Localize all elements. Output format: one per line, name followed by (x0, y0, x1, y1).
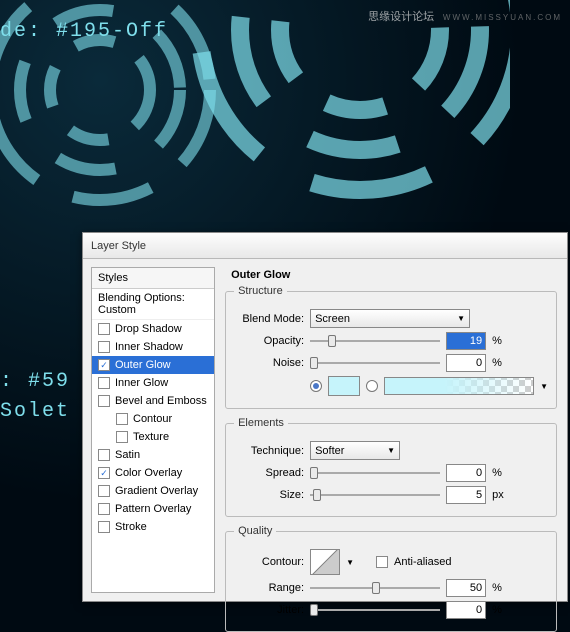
range-input[interactable]: 50 (446, 579, 486, 597)
style-checkbox[interactable] (98, 485, 110, 497)
anti-aliased-label: Anti-aliased (394, 556, 451, 568)
style-checkbox[interactable] (116, 431, 128, 443)
gradient-radio[interactable] (366, 380, 378, 392)
style-item-gradient-overlay[interactable]: Gradient Overlay (92, 482, 214, 500)
noise-label: Noise: (234, 357, 304, 369)
style-item-contour[interactable]: Contour (92, 410, 214, 428)
chevron-down-icon: ▼ (457, 314, 465, 323)
elements-group: Elements Technique: Softer ▼ Spread: 0 %… (225, 417, 557, 517)
style-item-color-overlay[interactable]: Color Overlay (92, 464, 214, 482)
style-item-stroke[interactable]: Stroke (92, 518, 214, 536)
elements-legend: Elements (234, 417, 288, 429)
anti-aliased-checkbox[interactable] (376, 556, 388, 568)
watermark-cn: 思缘设计论坛 (368, 11, 434, 23)
jitter-slider[interactable] (310, 603, 440, 617)
watermark: 思缘设计论坛 WWW.MISSYUAN.COM (368, 8, 562, 24)
style-item-bevel-and-emboss[interactable]: Bevel and Emboss (92, 392, 214, 410)
style-checkbox[interactable] (98, 341, 110, 353)
style-item-label: Bevel and Emboss (115, 395, 207, 407)
panel-title: Outer Glow (231, 269, 557, 281)
style-item-label: Satin (115, 449, 140, 461)
style-item-label: Color Overlay (115, 467, 182, 479)
opacity-label: Opacity: (234, 335, 304, 347)
style-checkbox[interactable] (98, 449, 110, 461)
settings-panel: Outer Glow Structure Blend Mode: Screen … (223, 259, 567, 601)
size-input[interactable]: 5 (446, 486, 486, 504)
style-item-drop-shadow[interactable]: Drop Shadow (92, 320, 214, 338)
technique-select[interactable]: Softer ▼ (310, 441, 400, 460)
spread-slider[interactable] (310, 466, 440, 480)
opacity-slider[interactable] (310, 334, 440, 348)
noise-unit: % (492, 357, 506, 369)
contour-label: Contour: (234, 556, 304, 568)
color-radio[interactable] (310, 380, 322, 392)
style-checkbox[interactable] (116, 413, 128, 425)
style-checkbox[interactable] (98, 323, 110, 335)
structure-group: Structure Blend Mode: Screen ▼ Opacity: … (225, 285, 557, 409)
style-item-label: Inner Shadow (115, 341, 183, 353)
style-checkbox[interactable] (98, 377, 110, 389)
blend-mode-value: Screen (315, 313, 350, 325)
style-checkbox[interactable] (98, 395, 110, 407)
jitter-label: Jitter: (234, 604, 304, 616)
gradient-picker[interactable] (384, 377, 534, 395)
styles-list: Styles Blending Options: Custom Drop Sha… (91, 267, 215, 593)
style-item-label: Drop Shadow (115, 323, 182, 335)
size-slider[interactable] (310, 488, 440, 502)
style-item-label: Texture (133, 431, 169, 443)
layer-style-dialog: Layer Style Styles Blending Options: Cus… (82, 232, 568, 602)
blending-options-row[interactable]: Blending Options: Custom (92, 289, 214, 320)
range-slider[interactable] (310, 581, 440, 595)
style-checkbox[interactable] (98, 521, 110, 533)
style-item-satin[interactable]: Satin (92, 446, 214, 464)
style-item-label: Pattern Overlay (115, 503, 191, 515)
style-checkbox[interactable] (98, 467, 110, 479)
blend-mode-label: Blend Mode: (234, 313, 304, 325)
blend-mode-select[interactable]: Screen ▼ (310, 309, 470, 328)
noise-slider[interactable] (310, 356, 440, 370)
style-item-label: Inner Glow (115, 377, 168, 389)
jitter-unit: % (492, 604, 506, 616)
style-item-inner-shadow[interactable]: Inner Shadow (92, 338, 214, 356)
quality-group: Quality Contour: ▼ Anti-aliased Range: 5… (225, 525, 557, 632)
chevron-down-icon: ▼ (387, 446, 395, 455)
spread-label: Spread: (234, 467, 304, 479)
style-item-texture[interactable]: Texture (92, 428, 214, 446)
style-item-label: Gradient Overlay (115, 485, 198, 497)
structure-legend: Structure (234, 285, 287, 297)
dialog-title: Layer Style (91, 240, 146, 252)
bg-text-3: Solet (0, 400, 70, 423)
chevron-down-icon[interactable]: ▼ (540, 382, 548, 391)
bg-text-1: de: #195-Off (0, 20, 168, 43)
contour-picker[interactable] (310, 549, 340, 575)
style-item-label: Contour (133, 413, 172, 425)
style-item-label: Outer Glow (115, 359, 171, 371)
size-unit: px (492, 489, 506, 501)
styles-header[interactable]: Styles (92, 268, 214, 289)
style-checkbox[interactable] (98, 359, 110, 371)
size-label: Size: (234, 489, 304, 501)
dialog-titlebar[interactable]: Layer Style (83, 233, 567, 259)
style-item-inner-glow[interactable]: Inner Glow (92, 374, 214, 392)
blending-options-label: Blending Options: Custom (98, 292, 208, 316)
spread-unit: % (492, 467, 506, 479)
chevron-down-icon[interactable]: ▼ (346, 558, 354, 567)
opacity-input[interactable]: 19 (446, 332, 486, 350)
range-label: Range: (234, 582, 304, 594)
opacity-unit: % (492, 335, 506, 347)
technique-value: Softer (315, 445, 344, 457)
style-item-pattern-overlay[interactable]: Pattern Overlay (92, 500, 214, 518)
spread-input[interactable]: 0 (446, 464, 486, 482)
watermark-url: WWW.MISSYUAN.COM (443, 13, 562, 22)
color-swatch[interactable] (328, 376, 360, 396)
style-item-label: Stroke (115, 521, 147, 533)
style-checkbox[interactable] (98, 503, 110, 515)
bg-text-2: : #59 (0, 370, 70, 393)
style-item-outer-glow[interactable]: Outer Glow (92, 356, 214, 374)
technique-label: Technique: (234, 445, 304, 457)
noise-input[interactable]: 0 (446, 354, 486, 372)
range-unit: % (492, 582, 506, 594)
quality-legend: Quality (234, 525, 276, 537)
